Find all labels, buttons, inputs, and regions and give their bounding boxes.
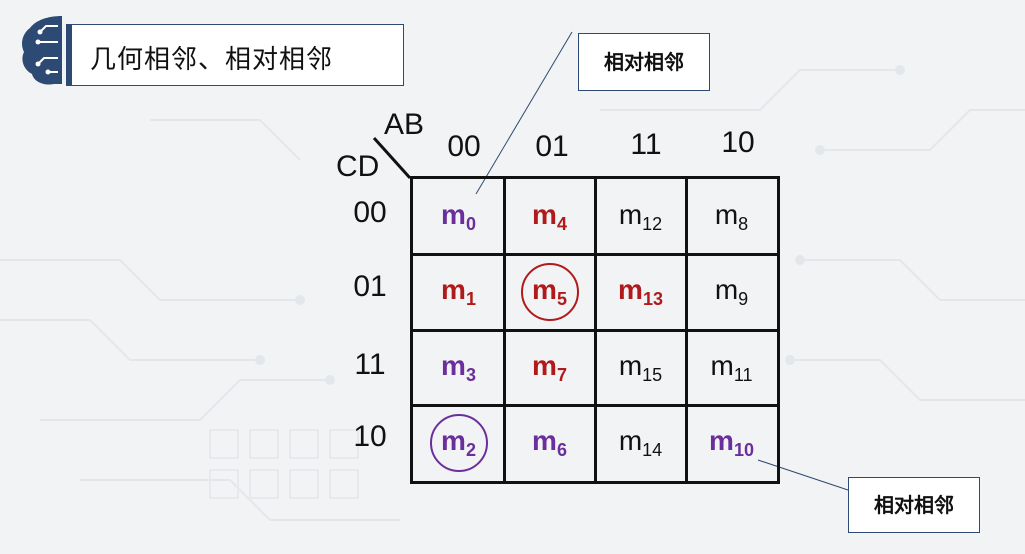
kmap-cell: m12: [595, 179, 686, 255]
highlight-circle: [520, 263, 579, 322]
minterm-label: m12: [618, 198, 663, 234]
kmap-cell: m7: [504, 330, 595, 406]
kmap-diagonal: [372, 136, 412, 180]
kmap-cell: m9: [686, 255, 777, 331]
minterm-label: m3: [441, 349, 476, 385]
minterm-label: m11: [710, 349, 753, 385]
minterm-label: m0: [441, 198, 476, 234]
minterm-label: m13: [618, 274, 663, 310]
col-header: 01: [535, 130, 569, 163]
highlight-circle: [429, 414, 488, 473]
row-header: 10: [353, 420, 387, 453]
kmap-cell: m13: [595, 255, 686, 331]
row-header: 01: [353, 270, 387, 303]
minterm-label: m6: [532, 425, 567, 461]
minterm-label: m8: [714, 198, 749, 234]
row-header: 00: [353, 196, 387, 229]
kmap-cell: m4: [504, 179, 595, 255]
kmap-cell: m14: [595, 406, 686, 482]
kmap-cell: m1: [413, 255, 504, 331]
kmap-cell: m2: [413, 406, 504, 482]
kmap-cell: m11: [686, 330, 777, 406]
minterm-label: m10: [709, 425, 754, 461]
kmap-cell: m0: [413, 179, 504, 255]
minterm-label: m4: [532, 198, 567, 234]
col-header: 10: [721, 126, 755, 159]
kmap-cell: m5: [504, 255, 595, 331]
col-header: 11: [630, 128, 662, 161]
minterm-label: m15: [618, 349, 663, 385]
var-cd-label: CD: [336, 150, 380, 183]
kmap-cell: m6: [504, 406, 595, 482]
minterm-label: m1: [441, 274, 476, 310]
minterm-label: m7: [532, 349, 567, 385]
minterm-label: m9: [714, 274, 749, 310]
col-header: 00: [447, 130, 481, 163]
callout-top-leader: [475, 31, 573, 195]
minterm-label: m14: [618, 425, 663, 461]
kmap-cell: m8: [686, 179, 777, 255]
kmap-cell: m15: [595, 330, 686, 406]
kmap-grid: m0 m4 m12 m8 m1 m5 m13 m9 m3 m7 m15 m11 m2 m6 m14 m10: [410, 176, 780, 484]
kmap-cell: m10: [686, 406, 777, 482]
row-header: 11: [354, 348, 386, 381]
kmap-cell: m3: [413, 330, 504, 406]
